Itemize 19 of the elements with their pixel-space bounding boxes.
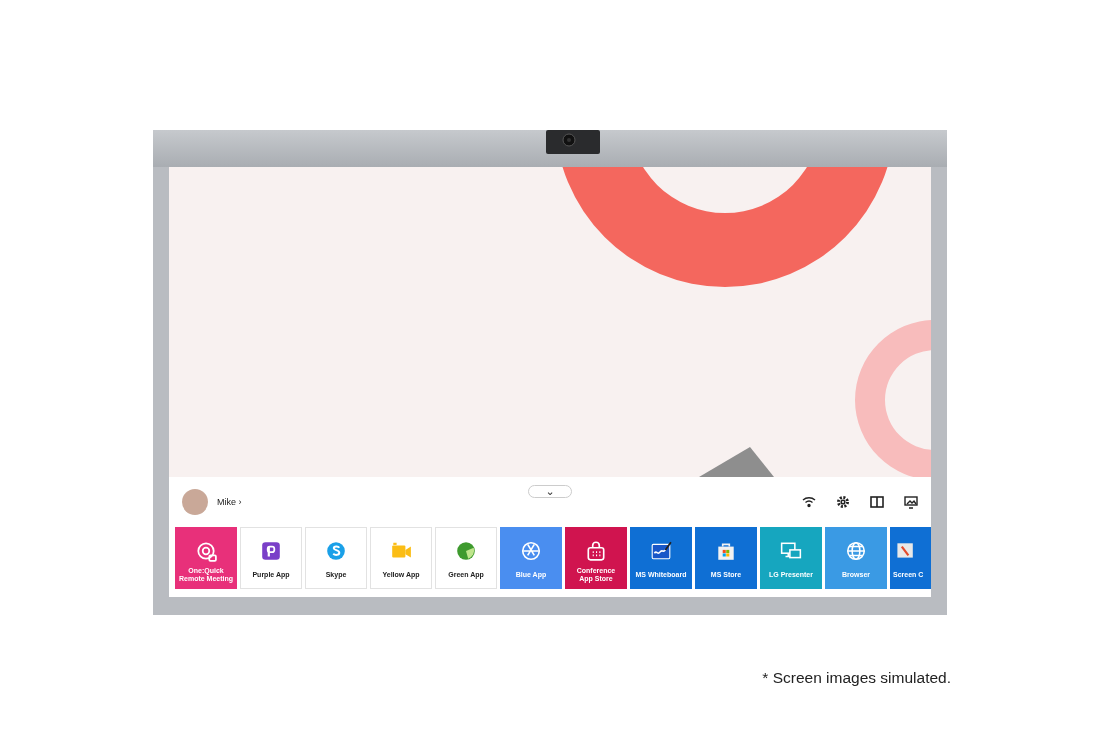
collapse-button[interactable]: ⌄ bbox=[528, 485, 572, 498]
shopping-bag-icon bbox=[587, 541, 605, 561]
video-camera-icon bbox=[392, 542, 411, 558]
split-screen-icon[interactable] bbox=[869, 494, 885, 510]
meeting-icon bbox=[197, 542, 217, 562]
wifi-icon[interactable] bbox=[801, 494, 817, 510]
user-name[interactable]: Mike › bbox=[217, 497, 801, 507]
footnote: * Screen images simulated. bbox=[762, 669, 951, 687]
app-icon bbox=[262, 542, 280, 560]
globe-icon bbox=[847, 542, 865, 560]
settings-icon[interactable] bbox=[835, 494, 851, 510]
screen-share-icon[interactable] bbox=[903, 494, 919, 510]
aperture-icon bbox=[521, 541, 541, 561]
webcam-drawing bbox=[545, 130, 600, 154]
whiteboard-icon bbox=[651, 541, 672, 560]
screen-icon bbox=[897, 543, 913, 558]
monitors-icon bbox=[780, 542, 802, 559]
skype-icon bbox=[327, 542, 345, 560]
store-bag-icon bbox=[718, 543, 734, 560]
